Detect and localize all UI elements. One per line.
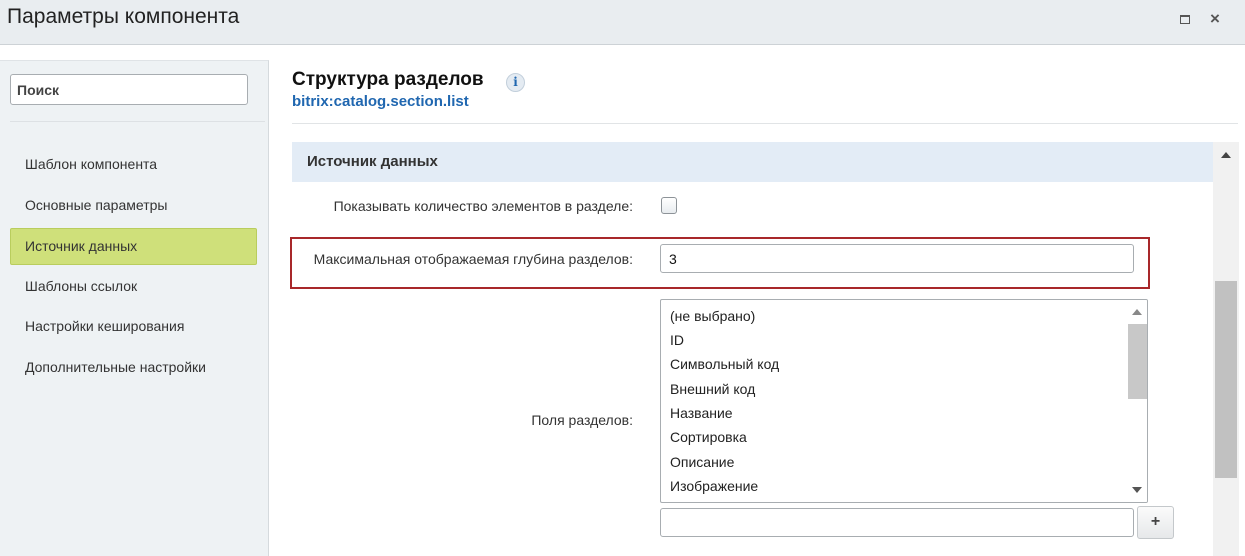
sidebar-item-component-template[interactable]: Шаблон компонента [10,146,257,183]
window-titlebar: Параметры компонента × [0,0,1245,45]
section-fields-listbox[interactable]: (не выбрано) ID Символьный код Внешний к… [660,299,1148,503]
search-input[interactable] [10,74,248,105]
listbox-scroll-thumb[interactable] [1128,324,1147,399]
max-depth-input[interactable] [660,244,1134,273]
list-item[interactable]: Название [670,405,733,421]
page-scrollbar[interactable] [1213,142,1239,556]
list-item[interactable]: Изображение [670,478,758,494]
list-item[interactable]: Символьный код [670,356,779,372]
scroll-up-icon[interactable] [1221,152,1231,158]
sidebar-divider [10,121,265,122]
section-fields-label: Поля разделов: [531,412,633,428]
sidebar-item-cache-settings[interactable]: Настройки кеширования [10,308,257,345]
scroll-up-icon[interactable] [1132,309,1142,315]
sidebar: Шаблон компонента Основные параметры Ист… [0,60,269,556]
max-depth-label: Максимальная отображаемая глубина раздел… [313,251,633,267]
page-scroll-thumb[interactable] [1215,281,1237,478]
sidebar-item-url-templates[interactable]: Шаблоны ссылок [10,268,257,305]
list-item[interactable]: Описание [670,454,734,470]
list-item[interactable]: ID [670,332,684,348]
listbox-scrollbar[interactable] [1125,300,1147,502]
close-icon[interactable]: × [1206,10,1224,28]
show-count-label: Показывать количество элементов в раздел… [333,198,633,214]
add-field-button[interactable]: + [1137,506,1174,539]
window-title: Параметры компонента [7,5,240,28]
sidebar-item-additional-settings[interactable]: Дополнительные настройки [10,349,257,386]
section-header: Источник данных [292,142,1213,182]
maximize-icon[interactable] [1176,10,1194,28]
list-item[interactable]: Сортировка [670,429,747,445]
list-item[interactable]: Внешний код [670,381,755,397]
info-icon[interactable]: i [506,73,525,92]
scroll-down-icon[interactable] [1132,487,1142,493]
sidebar-item-basic-params[interactable]: Основные параметры [10,187,257,224]
page-title: Структура разделов [292,69,484,90]
header-divider [292,123,1238,124]
sidebar-item-data-source[interactable]: Источник данных [10,228,257,265]
component-code: bitrix:catalog.section.list [292,93,469,110]
show-count-checkbox[interactable] [661,197,677,214]
extra-field-input[interactable] [660,508,1134,537]
list-item[interactable]: (не выбрано) [670,308,755,324]
